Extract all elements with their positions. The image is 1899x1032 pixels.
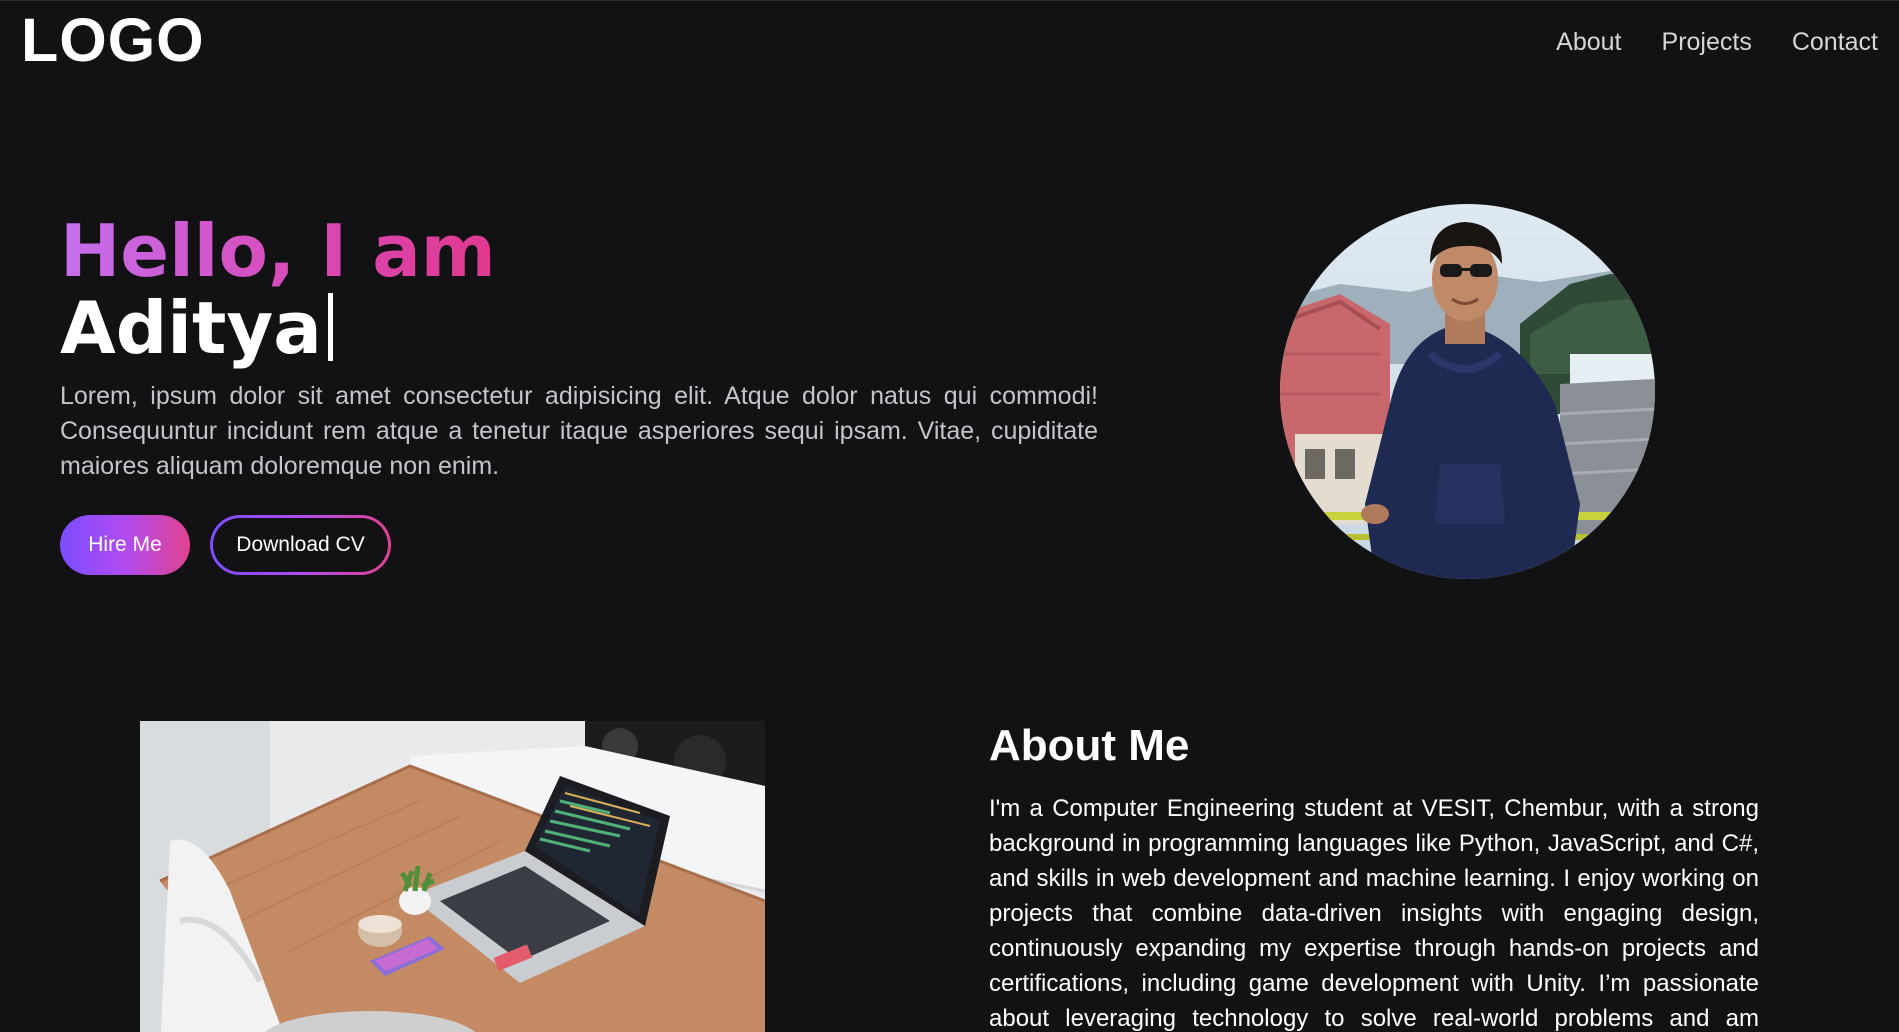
- about-text: I'm a Computer Engineering student at VE…: [989, 795, 1759, 1032]
- typing-cursor: [327, 293, 333, 361]
- hero-greeting: Hello, I am: [60, 209, 496, 293]
- hero-description: Lorem, ipsum dolor sit amet consectetur …: [60, 382, 1098, 480]
- nav-link-contact[interactable]: Contact: [1792, 25, 1878, 59]
- download-cv-border: Download CV: [210, 515, 391, 575]
- about-workspace-image: [140, 721, 765, 1032]
- hero-name-line: Aditya: [60, 289, 333, 367]
- profile-photo-illustration: [1280, 204, 1655, 579]
- hero-name: Aditya: [60, 286, 322, 370]
- about-title: About Me: [989, 721, 1190, 770]
- hire-me-button[interactable]: Hire Me: [60, 515, 190, 575]
- workspace-illustration: [140, 721, 765, 1032]
- nav-link-about[interactable]: About: [1556, 25, 1621, 59]
- nav-link-projects[interactable]: Projects: [1662, 25, 1752, 59]
- download-cv-button[interactable]: Download CV: [213, 518, 388, 572]
- main-nav: About Projects Contact: [1556, 25, 1878, 59]
- page: LOGO About Projects Contact Hello, I am …: [0, 0, 1899, 1032]
- profile-photo: [1280, 204, 1655, 579]
- logo[interactable]: LOGO: [21, 7, 205, 73]
